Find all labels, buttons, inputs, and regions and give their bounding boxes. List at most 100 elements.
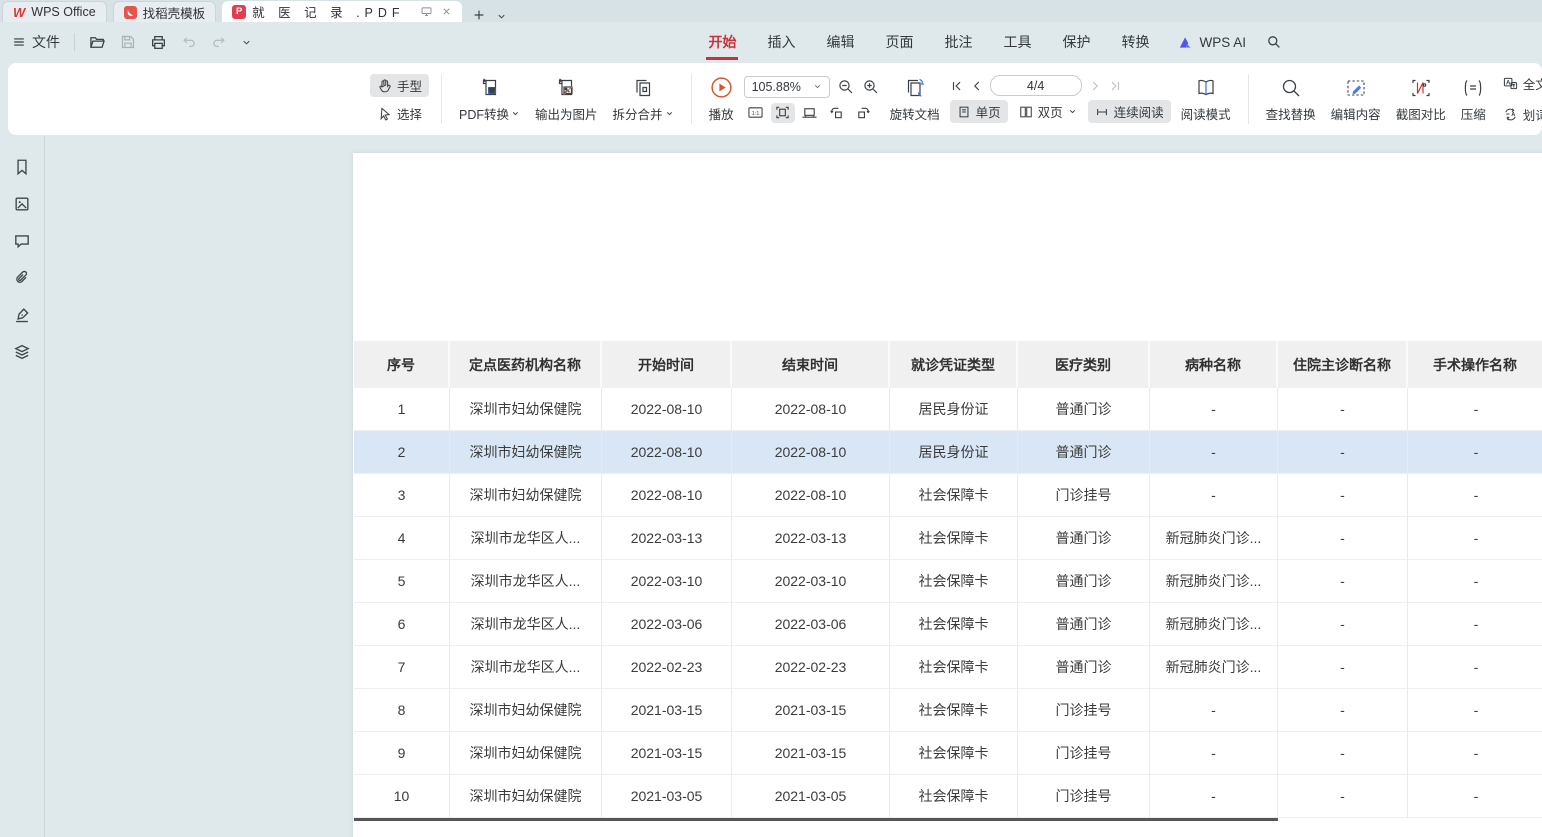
tab-wps-office[interactable]: W WPS Office [2, 1, 107, 22]
hamburger-icon [12, 35, 26, 49]
first-page-icon[interactable] [950, 79, 964, 93]
menu-search-icon[interactable] [1266, 34, 1282, 50]
table-cell: 新冠肺炎门诊... [1150, 560, 1278, 603]
select-tool-button[interactable]: 选择 [370, 102, 429, 125]
pdf-page[interactable]: 序号定点医药机构名称开始时间结束时间就诊凭证类型医疗类别病种名称住院主诊断名称手… [353, 153, 1542, 837]
menu-item[interactable]: 编辑 [824, 28, 856, 56]
table-cell: - [1408, 775, 1542, 818]
tab-docer[interactable]: 找稻壳模板 [113, 1, 217, 22]
fit-width-button[interactable] [798, 103, 822, 123]
print-icon[interactable] [150, 34, 167, 51]
split-merge-button[interactable]: 拆分合并 [608, 76, 679, 123]
undo-icon[interactable] [181, 34, 197, 50]
svg-text:W: W [489, 88, 495, 94]
table-header-cell: 住院主诊断名称 [1278, 341, 1408, 388]
screen-share-icon[interactable] [420, 5, 433, 18]
tab-list-chevron-icon[interactable] [496, 11, 507, 22]
attachment-icon[interactable] [13, 269, 31, 287]
page-indicator-input[interactable] [990, 75, 1082, 96]
zoom-in-icon[interactable] [862, 78, 880, 96]
save-icon[interactable] [120, 34, 136, 50]
previous-page-icon[interactable] [970, 79, 984, 93]
thumbnail-icon[interactable] [13, 195, 31, 213]
table-cell: 5 [354, 560, 450, 603]
zoom-out-icon[interactable] [837, 78, 855, 96]
menu-item[interactable]: 保护 [1060, 28, 1092, 56]
tab-document-active[interactable]: P 就 医 记 录 .PDF [222, 1, 462, 22]
compress-button[interactable]: 压缩 [1456, 76, 1491, 123]
zoom-level-select[interactable]: 105.88% [744, 76, 830, 98]
rotate-document-button[interactable]: 旋转文档 [885, 76, 945, 123]
split-merge-label: 拆分合并 [613, 104, 663, 123]
table-cell: 4 [354, 517, 450, 560]
table-cell: - [1408, 603, 1542, 646]
export-image-icon [554, 76, 578, 100]
table-cell: - [1408, 517, 1542, 560]
last-page-icon[interactable] [1108, 79, 1122, 93]
edit-content-button[interactable]: 编辑内容 [1326, 76, 1386, 123]
table-cell: 2 [354, 431, 450, 474]
play-button[interactable]: 播放 [704, 75, 739, 123]
word-translate-button[interactable]: A 划词翻译 [1496, 103, 1542, 126]
double-page-button[interactable]: 双页 [1012, 100, 1084, 123]
screenshot-compare-button[interactable]: 截图对比 [1391, 76, 1451, 123]
actual-size-button[interactable]: 1:1 [744, 103, 768, 123]
fit-page-button[interactable] [771, 103, 795, 123]
rotate-right-button[interactable] [852, 103, 876, 123]
table-cell: 社会保障卡 [890, 646, 1018, 689]
page-navigation-group: 单页 双页 连续阅读 [950, 75, 1171, 123]
signature-icon[interactable] [13, 306, 31, 324]
menu-item[interactable]: 转换 [1119, 28, 1151, 56]
menu-item[interactable]: 开始 [706, 28, 738, 56]
bookmark-icon[interactable] [13, 158, 31, 176]
hand-tool-label: 手型 [397, 76, 422, 95]
zoom-group: 105.88% 1:1 [744, 76, 880, 123]
close-tab-icon[interactable] [441, 6, 452, 17]
table-cell: 2022-03-06 [602, 603, 732, 646]
pdf-convert-button[interactable]: W PDF转换 [454, 76, 525, 123]
single-page-icon [957, 105, 971, 119]
full-text-translate-button[interactable]: A 全文翻译 [1496, 72, 1542, 95]
open-file-icon[interactable] [89, 34, 106, 51]
table-cell: - [1150, 689, 1278, 732]
file-menu-button[interactable]: 文件 [12, 32, 60, 52]
translate-group: A 全文翻译 A 划词翻译 [1496, 72, 1542, 126]
book-icon [1194, 76, 1218, 100]
hand-icon [377, 78, 392, 93]
continuous-reading-button[interactable]: 连续阅读 [1088, 100, 1171, 123]
export-image-button[interactable]: 输出为图片 [530, 76, 603, 123]
hand-tool-button[interactable]: 手型 [370, 74, 429, 97]
full-translate-label: 全文翻译 [1523, 74, 1542, 93]
single-page-button[interactable]: 单页 [950, 100, 1008, 123]
table-row: 10深圳市妇幼保健院2021-03-052021-03-05社会保障卡门诊挂号-… [354, 775, 1542, 818]
find-replace-button[interactable]: 查找替换 [1261, 76, 1321, 123]
table-cell: 2022-08-10 [732, 388, 890, 431]
table-cell: 深圳市妇幼保健院 [450, 775, 602, 818]
table-header-cell: 定点医药机构名称 [450, 341, 602, 388]
ribbon-toolbar: 手型 选择 W PDF转换 输出为图片 拆分合并 播放 [8, 63, 1542, 135]
quick-access-chevron-icon[interactable] [241, 37, 252, 48]
table-header-cell: 手术操作名称 [1408, 341, 1542, 388]
wps-ai-button[interactable]: WPS AI [1178, 35, 1246, 50]
table-cell: - [1408, 646, 1542, 689]
table-cell: 1 [354, 388, 450, 431]
table-cell: 普通门诊 [1018, 388, 1150, 431]
next-page-icon[interactable] [1088, 79, 1102, 93]
compress-label: 压缩 [1461, 104, 1486, 123]
table-cell: 深圳市妇幼保健院 [450, 732, 602, 775]
read-mode-button[interactable]: 阅读模式 [1176, 76, 1236, 123]
redo-icon[interactable] [211, 34, 227, 50]
menu-item[interactable]: 插入 [765, 28, 797, 56]
menu-item[interactable]: 工具 [1001, 28, 1033, 56]
comment-icon[interactable] [13, 232, 31, 250]
layers-icon[interactable] [13, 343, 31, 361]
rotate-left-button[interactable] [825, 103, 849, 123]
table-row: 1深圳市妇幼保健院2022-08-102022-08-10居民身份证普通门诊--… [354, 388, 1542, 431]
split-merge-icon [631, 76, 655, 100]
menu-item[interactable]: 页面 [883, 28, 915, 56]
new-tab-button[interactable] [472, 8, 486, 22]
screenshot-compare-label: 截图对比 [1396, 104, 1446, 123]
table-cell: 10 [354, 775, 450, 818]
table-cell: 普通门诊 [1018, 603, 1150, 646]
menu-item[interactable]: 批注 [942, 28, 974, 56]
